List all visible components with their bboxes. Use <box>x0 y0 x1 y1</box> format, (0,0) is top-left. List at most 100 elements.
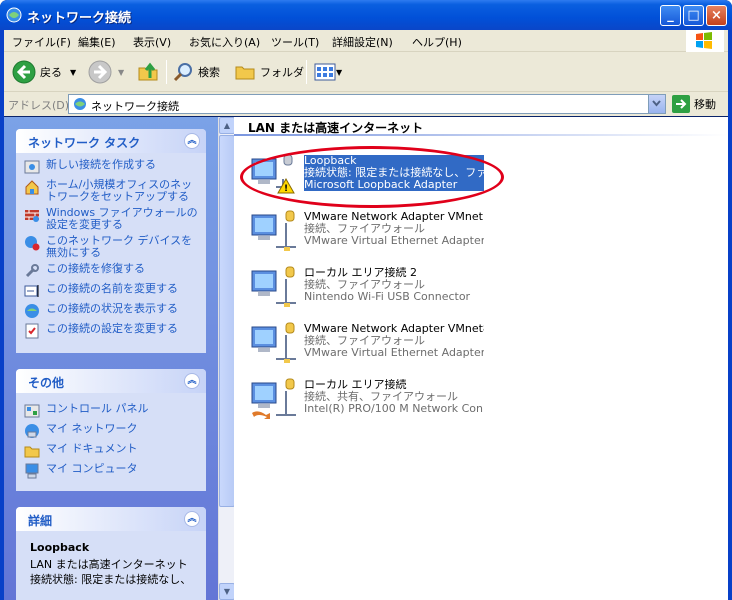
task-label: このネットワーク デバイスを無効にする <box>46 234 193 259</box>
back-button[interactable]: 戻る ▼ <box>12 60 76 84</box>
lan-connection-firewall-icon <box>251 210 296 251</box>
back-arrow-icon <box>12 60 36 84</box>
connection-item[interactable]: VMware Network Adapter VMnet8 接続、ファイアウォー… <box>250 321 490 373</box>
task-label: この接続の名前を変更する <box>46 282 178 295</box>
minimize-button[interactable]: _ <box>660 5 681 26</box>
details-title: 詳細 <box>28 514 53 528</box>
connection-text: ローカル エリア接続 接続、共有、ファイアウォール Intel(R) PRO/1… <box>304 379 484 415</box>
menu-file[interactable]: ファイル(F) <box>12 34 71 50</box>
folders-icon <box>235 66 255 80</box>
search-icon <box>173 63 192 82</box>
details-panel: 詳細 ︽ Loopback LAN または高速インターネット 接続状態: 限定ま… <box>16 507 206 600</box>
collapse-chevron-icon[interactable]: ︽ <box>184 373 200 389</box>
lan-connection-firewall-icon <box>251 322 296 363</box>
network-tasks-panel: ネットワーク タスク ︽ 新しい接続を作成する ホーム/小規模オフィスのネットワ… <box>16 129 206 353</box>
network-connections-icon <box>6 7 22 23</box>
new-connection-icon <box>24 160 40 174</box>
connection-device: VMware Virtual Ethernet Adapter... <box>304 346 484 359</box>
toolbar-separator <box>166 60 167 84</box>
windows-logo-icon <box>686 30 724 52</box>
place-my-computer[interactable]: マイ コンピュータ <box>24 463 198 479</box>
connection-item[interactable]: VMware Network Adapter VMnet1 接続、ファイアウォー… <box>250 209 490 261</box>
connection-device: Intel(R) PRO/100 M Network Con... <box>304 402 484 415</box>
views-icon <box>314 63 336 81</box>
forward-button[interactable]: ▼ <box>88 60 124 84</box>
search-button[interactable]: 検索 <box>172 60 220 84</box>
connection-device: VMware Virtual Ethernet Adapter... <box>304 234 484 247</box>
lan-connection-shared-icon <box>251 378 296 419</box>
my-documents-icon <box>24 446 40 458</box>
task-change-settings[interactable]: この接続の設定を変更する <box>24 323 198 339</box>
connection-text: VMware Network Adapter VMnet8 接続、ファイアウォー… <box>304 323 484 359</box>
place-label: マイ ネットワーク <box>46 422 138 435</box>
other-places-panel: その他 ︽ コントロール パネル マイ ネットワーク マイ ドキュメント マイ … <box>16 369 206 491</box>
scroll-down-icon[interactable]: ▼ <box>219 583 235 600</box>
network-tasks-header[interactable]: ネットワーク タスク ︽ <box>16 129 206 153</box>
scroll-thumb[interactable] <box>219 135 235 507</box>
connection-item[interactable]: ローカル エリア接続 2 接続、ファイアウォール Nintendo Wi-Fi … <box>250 265 490 317</box>
close-button[interactable]: × <box>706 5 727 26</box>
task-label: この接続を修復する <box>46 262 145 275</box>
task-disable-device[interactable]: このネットワーク デバイスを無効にする <box>24 235 198 259</box>
task-home-network[interactable]: ホーム/小規模オフィスのネットワークをセットアップする <box>24 179 198 203</box>
task-rename-connection[interactable]: この接続の名前を変更する <box>24 283 198 299</box>
window-frame-right <box>728 30 732 600</box>
up-folder-button[interactable] <box>136 60 160 84</box>
control-panel-icon <box>24 404 40 418</box>
place-label: コントロール パネル <box>46 402 149 415</box>
home-network-icon <box>25 180 39 195</box>
scroll-up-icon[interactable]: ▲ <box>219 117 235 134</box>
forward-dropdown-icon[interactable]: ▼ <box>118 68 124 77</box>
task-view-status[interactable]: この接続の状況を表示する <box>24 303 198 319</box>
folders-button[interactable]: フォルダ <box>234 60 304 84</box>
go-button[interactable]: 移動 <box>672 95 716 113</box>
menu-view[interactable]: 表示(V) <box>133 34 171 50</box>
disable-device-icon <box>25 236 40 251</box>
task-label: 新しい接続を作成する <box>46 158 156 171</box>
place-control-panel[interactable]: コントロール パネル <box>24 403 198 419</box>
task-repair-connection[interactable]: この接続を修復する <box>24 263 198 279</box>
place-my-network[interactable]: マイ ネットワーク <box>24 423 198 439</box>
collapse-chevron-icon[interactable]: ︽ <box>184 511 200 527</box>
window-title: ネットワーク接続 <box>27 11 132 26</box>
details-header[interactable]: 詳細 ︽ <box>16 507 206 531</box>
collapse-chevron-icon[interactable]: ︽ <box>184 133 200 149</box>
menu-favorites[interactable]: お気に入り(A) <box>189 34 260 50</box>
status-icon <box>25 304 39 318</box>
go-label: 移動 <box>694 98 716 111</box>
views-dropdown-icon[interactable]: ▼ <box>336 68 342 77</box>
place-label: マイ コンピュータ <box>46 462 138 475</box>
title-bar[interactable]: ネットワーク接続 _ □ × <box>0 0 732 30</box>
address-dropdown-icon[interactable] <box>648 95 665 113</box>
properties-icon <box>25 323 39 339</box>
connection-item[interactable]: ローカル エリア接続 接続、共有、ファイアウォール Intel(R) PRO/1… <box>250 377 490 429</box>
network-tasks-title: ネットワーク タスク <box>28 136 141 150</box>
explorer-window: ネットワーク接続 _ □ × ファイル(F) 編集(E) 表示(V) お気に入り… <box>0 0 732 600</box>
menu-advanced[interactable]: 詳細設定(N) <box>332 34 393 50</box>
rename-icon <box>24 285 39 297</box>
other-places-header[interactable]: その他 ︽ <box>16 369 206 393</box>
menu-help[interactable]: ヘルプ(H) <box>412 34 462 50</box>
details-name: Loopback <box>30 541 90 554</box>
toolbar-separator <box>306 60 307 84</box>
menu-tools[interactable]: ツール(T) <box>271 34 319 50</box>
connection-text: VMware Network Adapter VMnet1 接続、ファイアウォー… <box>304 211 484 247</box>
folders-label: フォルダ <box>260 66 304 79</box>
task-pane-scrollbar[interactable]: ▲ ▼ <box>218 117 235 600</box>
menu-edit[interactable]: 編集(E) <box>78 34 116 50</box>
task-create-connection[interactable]: 新しい接続を作成する <box>24 159 198 175</box>
task-label: Windows ファイアウォールの設定を変更する <box>46 206 198 231</box>
connection-device: Nintendo Wi-Fi USB Connector <box>304 290 471 303</box>
up-folder-icon <box>138 62 158 81</box>
maximize-button[interactable]: □ <box>683 5 704 26</box>
search-label: 検索 <box>198 66 220 79</box>
back-dropdown-icon[interactable]: ▼ <box>70 68 76 77</box>
details-type: LAN または高速インターネット <box>30 558 188 571</box>
place-my-documents[interactable]: マイ ドキュメント <box>24 443 198 459</box>
address-input[interactable]: ネットワーク接続 <box>68 94 666 114</box>
task-pane: ネットワーク タスク ︽ 新しい接続を作成する ホーム/小規模オフィスのネットワ… <box>4 117 218 600</box>
views-button[interactable]: ▼ <box>314 60 342 84</box>
task-firewall-settings[interactable]: Windows ファイアウォールの設定を変更する <box>24 207 198 231</box>
task-label: この接続の設定を変更する <box>46 322 178 335</box>
place-label: マイ ドキュメント <box>46 442 138 455</box>
